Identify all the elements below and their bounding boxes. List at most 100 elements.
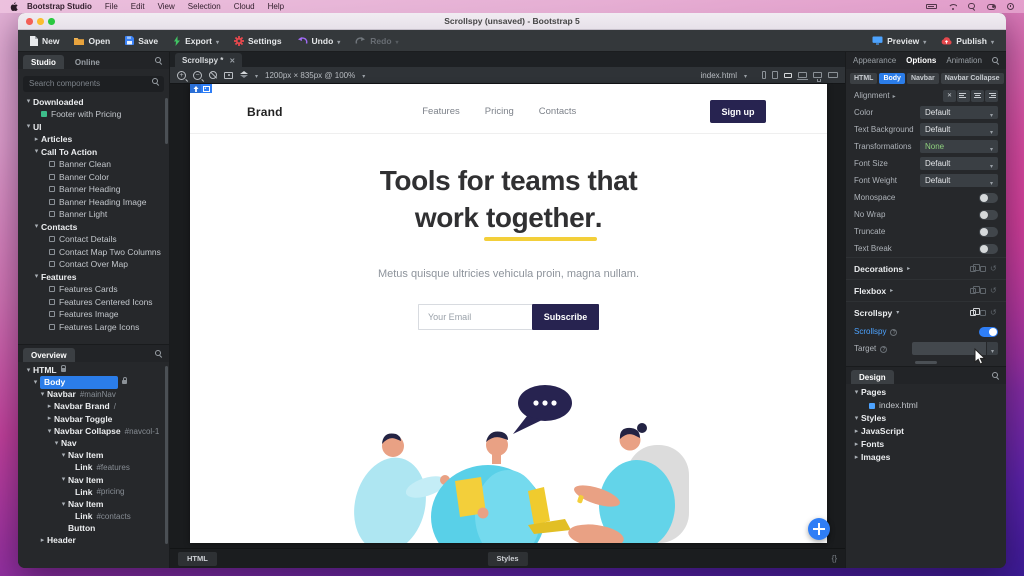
expander-right-icon[interactable]: ▸	[852, 428, 861, 435]
close-window-button[interactable]	[26, 18, 33, 25]
expander-down-icon[interactable]: ▾	[24, 367, 33, 374]
align-center-button[interactable]	[971, 90, 984, 102]
design-javascript[interactable]: ▸JavaScript	[846, 425, 1006, 438]
text-break-toggle[interactable]	[979, 244, 998, 254]
device-laptop-icon[interactable]	[798, 72, 807, 78]
battery-icon[interactable]	[926, 4, 937, 9]
copy-icon[interactable]	[970, 266, 976, 272]
component-banner-heading[interactable]: Banner Heading	[18, 183, 169, 196]
help-icon[interactable]	[890, 329, 897, 336]
selected-element-icon[interactable]	[201, 84, 212, 93]
reset-icon[interactable]	[990, 309, 998, 317]
preview-nav-link-features[interactable]: Features	[422, 106, 460, 117]
component-call-to-action[interactable]: ▾Call To Action	[18, 146, 169, 159]
device-tablet-icon[interactable]	[772, 71, 778, 79]
monospace-toggle[interactable]	[979, 193, 998, 203]
help-icon[interactable]	[880, 346, 887, 353]
expander-down-icon[interactable]: ▾	[45, 428, 54, 435]
clock-icon[interactable]	[1007, 3, 1014, 10]
expander-down-icon[interactable]: ▾	[24, 123, 33, 130]
undo-button[interactable]: Undo	[297, 36, 341, 46]
component-banner-heading-image[interactable]: Banner Heading Image	[18, 196, 169, 209]
copy-icon[interactable]	[970, 288, 976, 294]
subscribe-button[interactable]: Subscribe	[532, 304, 599, 330]
reset-icon[interactable]	[990, 287, 998, 295]
page-preview[interactable]: Brand FeaturesPricingContacts Sign up To…	[190, 84, 827, 543]
overview-body[interactable]: ▾Body	[18, 376, 169, 388]
tab-studio[interactable]: Studio	[23, 55, 64, 69]
overview-nav-item[interactable]: ▾Nav Item	[18, 498, 169, 510]
overview-nav-item[interactable]: ▾Nav Item	[18, 474, 169, 486]
color-select[interactable]: Default	[920, 106, 998, 119]
breadcrumb-chip-navbar[interactable]: Navbar	[907, 73, 939, 84]
component-features[interactable]: ▾Features	[18, 271, 169, 284]
design-images[interactable]: ▸Images	[846, 451, 1006, 464]
email-input[interactable]	[418, 304, 532, 330]
font-weight-select[interactable]: Default	[920, 174, 998, 187]
component-features-centered-icons[interactable]: Features Centered Icons	[18, 296, 169, 309]
fit-frame-icon[interactable]	[224, 72, 233, 79]
overview-nav[interactable]: ▾Nav	[18, 437, 169, 449]
component-contact-over-map[interactable]: Contact Over Map	[18, 258, 169, 271]
target-select-value[interactable]	[912, 342, 986, 355]
expander-right-icon[interactable]: ▸	[45, 415, 54, 422]
breadcrumb-chip-body[interactable]: Body	[879, 73, 905, 84]
overview-scrollbar[interactable]	[165, 366, 168, 544]
overview-link[interactable]: Link#features	[18, 462, 169, 474]
component-contacts[interactable]: ▾Contacts	[18, 221, 169, 234]
inspector-tab-animation[interactable]: Animation	[946, 56, 982, 65]
preview-brand[interactable]: Brand	[247, 105, 283, 119]
expander-down-icon[interactable]: ▾	[24, 98, 33, 105]
apple-icon[interactable]	[10, 2, 18, 12]
reset-icon[interactable]	[990, 265, 998, 273]
tab-overview[interactable]: Overview	[23, 348, 75, 362]
expander-down-icon[interactable]: ▾	[32, 223, 41, 230]
expander-down-icon[interactable]: ▾	[38, 391, 47, 398]
spotlight-search-icon[interactable]	[968, 3, 976, 11]
copy-icon[interactable]	[970, 310, 976, 316]
overview-html[interactable]: ▾HTML	[18, 364, 169, 376]
design-search-icon[interactable]	[991, 371, 1000, 380]
expander-right-icon[interactable]: ▸	[852, 454, 861, 461]
zoom-window-button[interactable]	[48, 18, 55, 25]
inspector-tab-options[interactable]: Options	[906, 56, 936, 65]
publish-button[interactable]: Publish	[941, 36, 994, 46]
component-features-large-icons[interactable]: Features Large Icons	[18, 321, 169, 334]
expander-right-icon[interactable]: ▸	[45, 403, 54, 410]
section-decorations[interactable]: Decorations ▸	[846, 257, 1006, 279]
overview-nav-item[interactable]: ▾Nav Item	[18, 449, 169, 461]
component-banner-clean[interactable]: Banner Clean	[18, 158, 169, 171]
device-phone-icon[interactable]	[762, 71, 766, 79]
wifi-icon[interactable]	[948, 3, 957, 10]
bottom-tab-styles[interactable]: Styles	[487, 552, 527, 566]
tab-online[interactable]: Online	[67, 55, 108, 69]
canvas-size-label[interactable]: 1200px × 835px @ 100%	[265, 71, 355, 80]
expander-down-icon[interactable]: ▾	[852, 415, 861, 422]
align-right-button[interactable]	[985, 90, 998, 102]
transformations-select[interactable]: None	[920, 140, 998, 153]
bottom-tab-html[interactable]: HTML	[178, 552, 217, 566]
active-file-label[interactable]: index.html	[701, 71, 737, 80]
select-parent-icon[interactable]	[190, 84, 201, 93]
expander-right-icon[interactable]: ▸	[32, 136, 41, 143]
scrollspy-toggle[interactable]	[979, 327, 998, 337]
components-scrollbar[interactable]	[165, 98, 168, 144]
inspector-tab-appearance[interactable]: Appearance	[853, 56, 896, 65]
no-wrap-toggle[interactable]	[979, 210, 998, 220]
breadcrumb-chip-navbar-collapse[interactable]: Navbar Collapse	[941, 73, 1004, 84]
expander-down-icon[interactable]: ▾	[59, 501, 68, 508]
menu-item-help[interactable]: Help	[268, 2, 284, 11]
design-fonts[interactable]: ▸Fonts	[846, 438, 1006, 451]
expander-right-icon[interactable]: ▸	[38, 537, 47, 544]
minimize-window-button[interactable]	[37, 18, 44, 25]
window-titlebar[interactable]: Scrollspy (unsaved) - Bootstrap 5	[18, 13, 1006, 30]
zoom-out-icon[interactable]	[193, 71, 202, 80]
overview-button[interactable]: Button	[18, 522, 169, 534]
overview-navbar-brand[interactable]: ▸Navbar Brand/	[18, 401, 169, 413]
paste-icon[interactable]	[980, 266, 986, 272]
section-flexbox[interactable]: Flexbox ▸	[846, 279, 1006, 301]
menu-item-file[interactable]: File	[105, 2, 118, 11]
align-clear-button[interactable]	[943, 90, 956, 102]
align-left-button[interactable]	[957, 90, 970, 102]
expander-down-icon[interactable]: ▾	[852, 389, 861, 396]
